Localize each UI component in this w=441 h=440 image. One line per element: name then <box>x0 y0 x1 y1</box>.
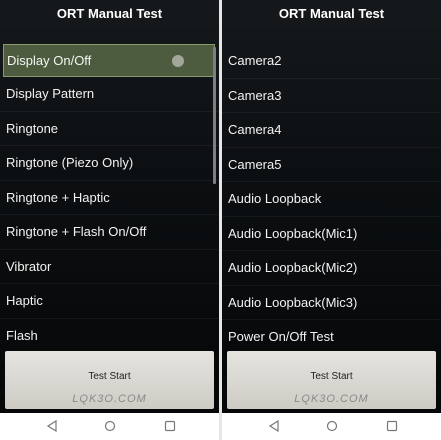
list-item-audio-loopback-mic2[interactable]: Audio Loopback(Mic2) <box>222 251 441 286</box>
list-item-audio-loopback-mic3[interactable]: Audio Loopback(Mic3) <box>222 286 441 320</box>
list-item-label: Audio Loopback(Mic2) <box>228 260 358 275</box>
test-start-button[interactable]: Test Start LQK3O.COM <box>227 351 436 409</box>
list-item-label: Flash <box>6 327 38 343</box>
list-item-display-on-off[interactable]: Display On/Off <box>3 44 215 77</box>
recent-apps-icon[interactable] <box>386 420 398 432</box>
list-item-camera2[interactable]: Camera2 <box>222 44 441 79</box>
list-item-label: Audio Loopback(Mic1) <box>228 225 358 241</box>
list-item-label: Camera3 <box>228 87 282 103</box>
navigation-bar <box>0 413 219 440</box>
list-item-camera5[interactable]: Camera5 <box>222 148 441 182</box>
watermark: LQK3O.COM <box>294 393 369 405</box>
list-item-power-on-off-test[interactable]: Power On/Off Test <box>222 320 441 349</box>
test-start-label: Test Start <box>310 371 353 382</box>
list-item-label: Ringtone + Flash On/Off <box>6 224 147 239</box>
list-item-ringtone-flash[interactable]: Ringtone + Flash On/Off <box>0 215 219 250</box>
list-item-audio-loopback-mic1[interactable]: Audio Loopback(Mic1) <box>222 217 441 251</box>
list-item-label: Camera4 <box>228 122 282 137</box>
navigation-bar <box>222 413 441 440</box>
recent-apps-icon[interactable] <box>164 420 176 432</box>
screen-title: ORT Manual Test <box>278 6 385 21</box>
list-item-ringtone[interactable]: Ringtone <box>0 112 219 146</box>
list-item-flash[interactable]: Flash <box>0 319 219 350</box>
list-item-label: Camera2 <box>228 53 282 68</box>
left-screen: ORT Manual Test Display On/Off Display P… <box>0 0 219 440</box>
test-list[interactable]: Camera2 Camera3 Camera4 Camera5 Audio Lo… <box>222 44 441 349</box>
toggle-indicator-icon <box>172 55 184 67</box>
watermark: LQK3O.COM <box>72 393 147 405</box>
list-item-label: Display On/Off <box>7 53 92 68</box>
home-icon[interactable] <box>104 420 116 432</box>
back-icon[interactable] <box>46 420 58 432</box>
list-item-label: Ringtone + Haptic <box>6 189 110 205</box>
list-item-camera4[interactable]: Camera4 <box>222 113 441 148</box>
list-item-label: Ringtone (Piezo Only) <box>6 155 134 170</box>
list-item-label: Haptic <box>6 293 43 308</box>
test-start-label: Test Start <box>88 371 131 382</box>
list-item-audio-loopback[interactable]: Audio Loopback <box>222 182 441 217</box>
list-item-vibrator[interactable]: Vibrator <box>0 250 219 284</box>
back-icon[interactable] <box>268 420 280 432</box>
list-item-ringtone-piezo[interactable]: Ringtone (Piezo Only) <box>0 146 219 181</box>
right-screen: ORT Manual Test Camera2 Camera3 Camera4 … <box>222 0 441 440</box>
test-start-button[interactable]: Test Start LQK3O.COM <box>5 351 214 409</box>
list-item-label: Power On/Off Test <box>228 329 334 344</box>
list-item-label: Camera5 <box>228 156 282 172</box>
list-item-haptic[interactable]: Haptic <box>0 284 219 319</box>
test-list[interactable]: Display On/Off Display Pattern Ringtone … <box>0 44 219 349</box>
list-item-label: Display Pattern <box>6 86 95 101</box>
scrollbar[interactable] <box>213 47 216 184</box>
list-item-display-pattern[interactable]: Display Pattern <box>0 77 219 112</box>
home-icon[interactable] <box>326 420 338 432</box>
list-item-camera3[interactable]: Camera3 <box>222 79 441 113</box>
list-item-label: Audio Loopback(Mic3) <box>228 294 358 310</box>
list-item-label: Vibrator <box>6 258 52 274</box>
screen-title: ORT Manual Test <box>56 6 163 21</box>
list-item-label: Ringtone <box>6 120 59 136</box>
list-item-ringtone-haptic[interactable]: Ringtone + Haptic <box>0 181 219 215</box>
list-item-label: Audio Loopback <box>228 191 322 206</box>
